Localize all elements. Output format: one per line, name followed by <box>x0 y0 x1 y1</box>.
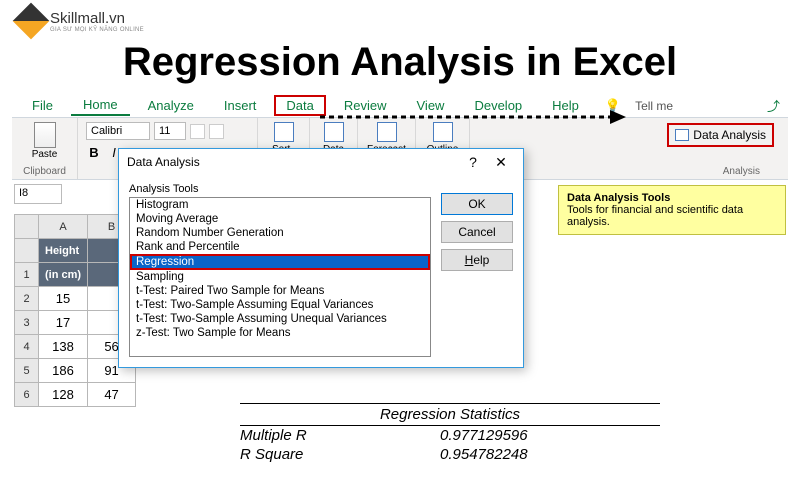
list-item[interactable]: t-Test: Two-Sample Assuming Equal Varian… <box>130 298 430 312</box>
cell[interactable]: 47 <box>88 383 136 407</box>
logo-icon <box>13 3 50 40</box>
data-analysis-icon <box>675 129 689 141</box>
tab-review[interactable]: Review <box>332 96 399 115</box>
help-button[interactable]: Help <box>441 249 513 271</box>
tooltip-title: Data Analysis Tools <box>567 192 670 204</box>
outline-icon <box>433 122 453 142</box>
dialog-title: Data Analysis <box>127 155 459 169</box>
bold-button[interactable]: B <box>86 145 102 160</box>
increase-font-icon[interactable] <box>190 124 205 139</box>
forecast-icon <box>377 122 397 142</box>
cancel-button[interactable]: Cancel <box>441 221 513 243</box>
paste-label: Paste <box>32 149 58 160</box>
tooltip-body: Tools for financial and scientific data … <box>567 204 743 228</box>
clipboard-icon <box>34 122 56 148</box>
cell[interactable]: 15 <box>39 287 88 311</box>
tab-data[interactable]: Data <box>274 95 325 116</box>
dialog-titlebar[interactable]: Data Analysis ? ✕ <box>119 149 523 175</box>
cell[interactable]: 138 <box>39 335 88 359</box>
row-header[interactable]: 6 <box>15 383 39 407</box>
list-item[interactable]: z-Test: Two Sample for Means <box>130 326 430 340</box>
cell[interactable]: 17 <box>39 311 88 335</box>
brand-logo: Skillmall.vn GIA SƯ MỌI KỸ NĂNG ONLINE <box>18 8 144 34</box>
tab-view[interactable]: View <box>405 96 457 115</box>
tab-develop[interactable]: Develop <box>462 96 534 115</box>
cell[interactable]: 186 <box>39 359 88 383</box>
cell-header[interactable]: Height <box>39 239 88 263</box>
tab-home[interactable]: Home <box>71 95 130 116</box>
rstats-key: Multiple R <box>240 427 440 444</box>
rstats-val: 0.977129596 <box>440 427 528 444</box>
close-icon[interactable]: ✕ <box>487 154 515 171</box>
logo-text: Skillmall.vn <box>50 10 144 27</box>
listbox-label: Analysis Tools <box>129 183 431 195</box>
data-analysis-button[interactable]: Data Analysis <box>667 123 774 147</box>
analysis-tools-listbox[interactable]: HistogramMoving AverageRandom Number Gen… <box>129 197 431 357</box>
name-box[interactable]: I8 <box>14 184 62 204</box>
list-item[interactable]: Rank and Percentile <box>130 240 430 254</box>
logo-tagline: GIA SƯ MỌI KỸ NĂNG ONLINE <box>50 27 144 33</box>
tab-file[interactable]: File <box>20 96 65 115</box>
list-item[interactable]: Moving Average <box>130 212 430 226</box>
row-header[interactable]: 4 <box>15 335 39 359</box>
tell-me-search[interactable]: Tell me <box>635 99 673 113</box>
tab-analyze[interactable]: Analyze <box>136 96 206 115</box>
cell-header[interactable]: (in cm) <box>39 263 88 287</box>
row-header[interactable]: 5 <box>15 359 39 383</box>
tab-help[interactable]: Help <box>540 96 591 115</box>
col-header-a[interactable]: A <box>39 215 88 239</box>
row-header[interactable] <box>15 239 39 263</box>
row-header[interactable]: 2 <box>15 287 39 311</box>
page-title: Regression Analysis in Excel <box>0 40 800 85</box>
group-clipboard: Clipboard <box>20 166 69 177</box>
list-item[interactable]: t-Test: Paired Two Sample for Means <box>130 284 430 298</box>
share-icon[interactable]: ⤴ <box>767 96 780 115</box>
decrease-font-icon[interactable] <box>209 124 224 139</box>
data-analysis-label: Data Analysis <box>693 128 766 142</box>
list-item[interactable]: t-Test: Two-Sample Assuming Unequal Vari… <box>130 312 430 326</box>
font-name-select[interactable] <box>86 122 150 140</box>
row-header[interactable]: 1 <box>15 263 39 287</box>
data-analysis-dialog: Data Analysis ? ✕ Analysis Tools Histogr… <box>118 148 524 368</box>
corner-cell[interactable] <box>15 215 39 239</box>
help-icon[interactable]: ? <box>459 154 487 170</box>
list-item[interactable]: Sampling <box>130 270 430 284</box>
rstats-val: 0.954782248 <box>440 446 528 463</box>
paste-button[interactable]: Paste <box>20 122 69 160</box>
cell[interactable]: 128 <box>39 383 88 407</box>
rstats-title: Regression Statistics <box>240 403 660 426</box>
group-analysis: Analysis <box>723 166 760 177</box>
ribbon-tabs: File Home Analyze Insert Data Review Vie… <box>12 94 788 118</box>
tab-insert[interactable]: Insert <box>212 96 269 115</box>
list-item[interactable]: Histogram <box>130 198 430 212</box>
row-header[interactable]: 3 <box>15 311 39 335</box>
list-item[interactable]: Regression <box>130 254 430 270</box>
data-tools-icon <box>324 122 344 142</box>
help-label: elp <box>473 253 489 267</box>
lightbulb-icon: 💡 <box>605 98 621 114</box>
filter-icon <box>274 122 294 142</box>
font-size-select[interactable] <box>154 122 186 140</box>
list-item[interactable]: Random Number Generation <box>130 226 430 240</box>
ok-button[interactable]: OK <box>441 193 513 215</box>
rstats-key: R Square <box>240 446 440 463</box>
regression-stats: Regression Statistics Multiple R0.977129… <box>240 403 660 464</box>
tooltip: Data Analysis Tools Tools for financial … <box>558 185 786 235</box>
